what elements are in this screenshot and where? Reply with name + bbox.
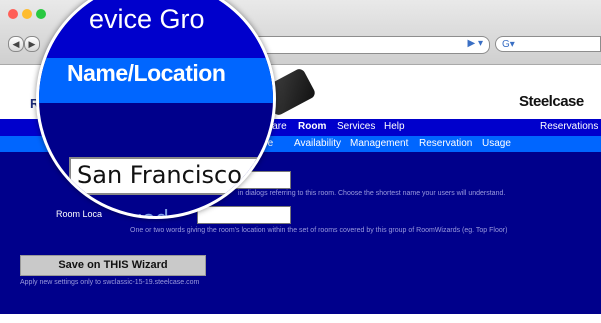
lens-nav-tabs: evice Gro [89, 4, 205, 34]
forward-button[interactable]: ▶ [24, 36, 40, 52]
magnifier-lens: evice Gro Name/Location San Francisco la… [36, 0, 276, 219]
back-button[interactable]: ◀ [8, 36, 24, 52]
steelcase-logo: Steelcase [519, 93, 584, 110]
close-window-icon[interactable] [8, 9, 18, 19]
url-go-icon[interactable]: ▶ ▾ [468, 38, 484, 49]
search-field[interactable]: G▾ [495, 36, 601, 52]
subnav-reservation[interactable]: Reservation [419, 138, 472, 149]
lens-name-field: San Francisco [69, 157, 263, 195]
nav-reservations[interactable]: Reservations [540, 121, 598, 132]
lens-name-value: San Francisco [77, 161, 242, 189]
minimize-window-icon[interactable] [22, 9, 32, 19]
nav-help[interactable]: Help [384, 121, 405, 132]
subnav-availability[interactable]: Availability [294, 138, 341, 149]
nav-room[interactable]: Room [298, 121, 326, 132]
subnav-usage[interactable]: Usage [482, 138, 511, 149]
room-location-help: One or two words giving the room's locat… [130, 227, 508, 234]
forward-arrow-icon: ▶ [28, 39, 36, 49]
room-name-help: in dialogs referring to this room. Choos… [238, 190, 506, 197]
subnav-management[interactable]: Management [350, 138, 408, 149]
google-search-icon: G▾ [502, 39, 515, 50]
nav-services[interactable]: Services [337, 121, 375, 132]
lens-section-title: Name/Location [67, 60, 226, 86]
room-location-label: Room Loca [56, 209, 103, 219]
back-arrow-icon: ◀ [12, 39, 20, 49]
save-on-this-wizard-button[interactable]: Save on THIS Wizard [20, 255, 206, 276]
apply-settings-note: Apply new settings only to swclassic-15-… [20, 279, 200, 286]
